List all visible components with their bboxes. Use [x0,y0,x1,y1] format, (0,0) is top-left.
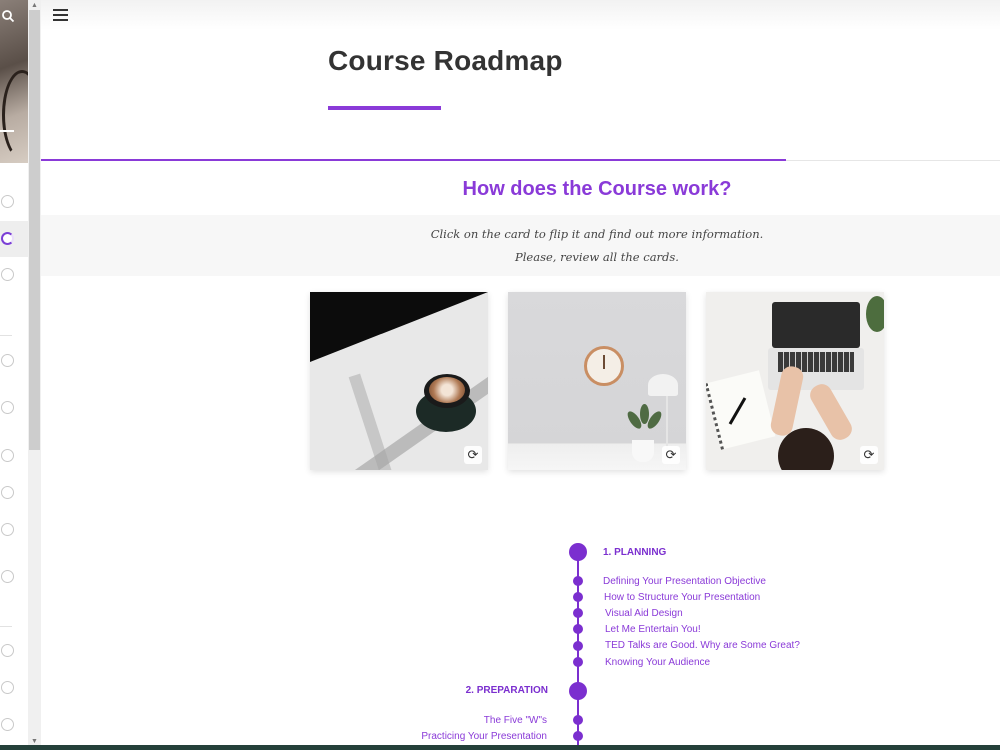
lesson-status-icon[interactable] [1,449,14,462]
search-icon[interactable] [1,9,15,23]
course-thumbnail-image [0,0,28,163]
item-node-icon [573,608,583,618]
flip-card-3[interactable]: ⟳ [706,292,884,470]
flip-icon[interactable]: ⟳ [464,446,482,464]
sidebar-scrollbar[interactable]: ▲ ▼ [28,0,41,750]
roadmap-item-link[interactable]: Knowing Your Audience [605,657,710,668]
sidebar-divider [0,626,12,627]
lesson-progress-bar [41,159,786,161]
section-heading: How does the Course work? [462,178,732,200]
lesson-status-icon[interactable] [1,486,14,499]
flip-card-1[interactable]: ⟳ [310,292,488,470]
lesson-status-icon[interactable] [1,354,14,367]
roadmap-item-link[interactable]: Practicing Your Presentation [377,731,547,742]
item-node-icon [573,715,583,725]
item-node-icon [573,657,583,667]
item-node-icon [573,576,583,586]
lesson-status-icon[interactable] [1,681,14,694]
lesson-status-icon[interactable] [1,523,14,536]
instruction-text: Click on the card to flip it and find ou… [430,227,764,241]
top-bar [41,0,1000,30]
roadmap-item-link[interactable]: Let Me Entertain You! [605,624,701,635]
scroll-down-arrow-icon[interactable]: ▼ [31,738,38,745]
item-node-icon [573,592,583,602]
lesson-status-icon[interactable] [1,401,14,414]
window-bottom-edge [0,745,1000,750]
page-title: Course Roadmap [328,45,563,76]
roadmap-item-link[interactable]: Defining Your Presentation Objective [603,576,766,587]
flip-icon[interactable]: ⟳ [860,446,878,464]
lesson-status-icon[interactable] [1,718,14,731]
phase-heading-preparation: 2. PREPARATION [465,685,548,696]
phase-node-icon [569,543,587,561]
roadmap-item-link[interactable]: The Five "W"s [397,715,547,726]
title-underline [328,106,441,110]
sidebar [0,0,28,750]
menu-icon[interactable] [53,9,68,21]
lesson-status-icon[interactable] [1,570,14,583]
lesson-status-icon[interactable] [1,268,14,281]
roadmap-item-link[interactable]: TED Talks are Good. Why are Some Great? [605,640,800,651]
scrollbar-thumb[interactable] [29,10,40,450]
lesson-status-icon[interactable] [1,644,14,657]
scroll-up-arrow-icon[interactable]: ▲ [31,2,38,9]
lesson-status-icon[interactable] [1,195,14,208]
flip-card-2[interactable]: ⟳ [508,292,686,470]
instruction-text: Please, review all the cards. [515,250,679,264]
phase-heading-planning: 1. PLANNING [603,547,667,558]
card-image [584,346,624,386]
roadmap-item-link[interactable]: How to Structure Your Presentation [604,592,760,603]
roadmap-item-link[interactable]: Visual Aid Design [605,608,683,619]
sidebar-divider [0,335,12,336]
instruction-band [41,215,1000,276]
card-image [772,302,860,348]
flip-icon[interactable]: ⟳ [662,446,680,464]
lesson-in-progress-icon[interactable] [1,232,14,245]
card-image [310,292,488,362]
item-node-icon [573,641,583,651]
phase-node-icon [569,682,587,700]
main-content: Course Roadmap How does the Course work?… [41,0,1000,750]
item-node-icon [573,731,583,741]
item-node-icon [573,624,583,634]
